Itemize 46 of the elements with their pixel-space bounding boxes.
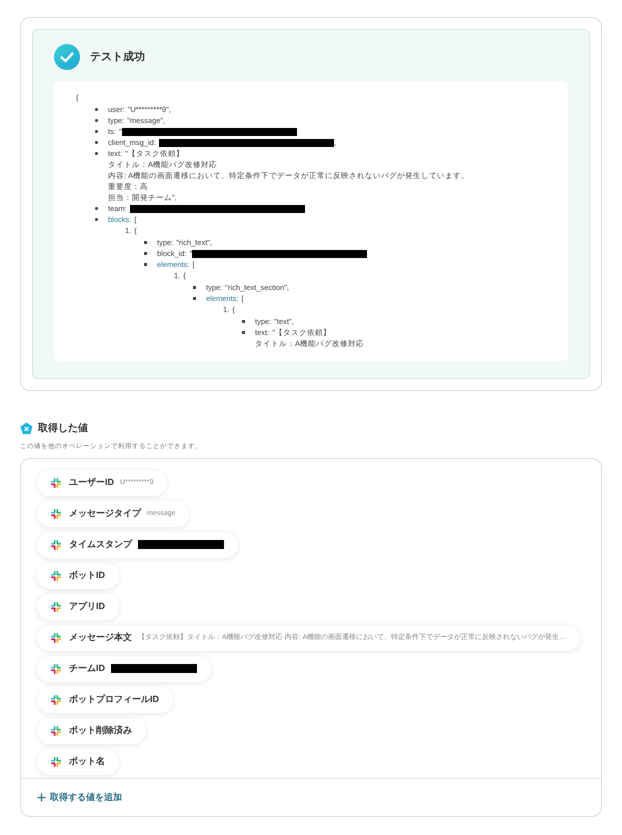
hash-icon (51, 570, 61, 581)
bullet-icon (193, 297, 196, 300)
hash-icon (51, 602, 61, 612)
pentagon-x-icon (20, 422, 33, 435)
bullet-icon (144, 241, 147, 244)
section-title: 取得した値 (38, 422, 88, 436)
bullet-icon (193, 286, 196, 289)
value-label: ボット削除済み (69, 724, 132, 737)
bullet-icon (95, 152, 98, 155)
bullet-icon (242, 331, 245, 334)
bullet-icon (95, 130, 98, 133)
hash-icon (51, 664, 61, 674)
bullet-icon (95, 141, 98, 144)
value-chip[interactable]: チームID (37, 656, 211, 682)
bullet-icon (95, 119, 98, 122)
value-chip[interactable]: ボット名 (37, 748, 119, 775)
hash-icon (51, 632, 61, 643)
hash-icon (51, 726, 61, 736)
value-chip[interactable]: ボットプロフィールID (37, 686, 173, 713)
hash-icon (51, 694, 61, 705)
value-label: ボットID (69, 569, 105, 582)
value-label: ユーザーID (69, 476, 114, 489)
hash-icon (51, 508, 61, 519)
value-label: チームID (69, 662, 105, 675)
value-chip[interactable]: アプリID (37, 594, 119, 620)
bullet-icon (144, 263, 147, 266)
bullet-icon (95, 218, 98, 221)
value-label: メッセージ本文 (69, 631, 132, 644)
value-chip[interactable]: タイムスタンプ (37, 532, 238, 558)
value-label: アプリID (69, 600, 105, 613)
value-chip[interactable]: ボット削除済み (37, 718, 146, 744)
value-chip[interactable]: ボットID (37, 562, 119, 589)
hash-icon (51, 756, 61, 767)
hash-icon (51, 478, 61, 488)
hash-icon (51, 540, 61, 550)
bullet-icon (242, 320, 245, 323)
value-label: メッセージタイプ (69, 507, 141, 520)
bullet-icon (95, 207, 98, 210)
bullet-icon (144, 252, 147, 255)
add-value-button[interactable]: 取得する値を追加 (37, 790, 122, 804)
plus-icon (37, 793, 46, 802)
value-label: ボットプロフィールID (69, 693, 159, 706)
value-label: ボット名 (69, 755, 105, 768)
bullet-icon (95, 108, 98, 111)
result-title: テスト成功 (90, 50, 145, 65)
value-label: タイムスタンプ (69, 538, 132, 551)
